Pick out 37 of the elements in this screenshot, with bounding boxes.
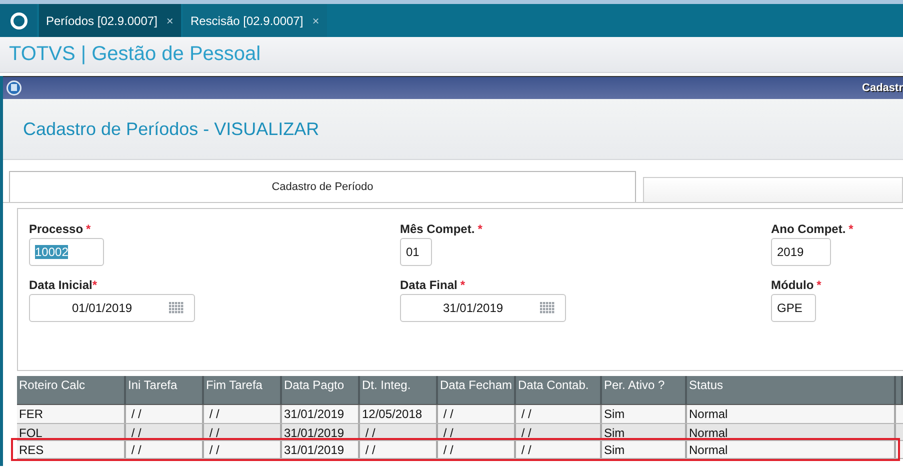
table-cell: / / [204,441,282,458]
table-row[interactable]: FER / / / / 31/01/2019 12/05/2018 / / / / Sim Normal [17,405,903,424]
calendar-icon[interactable] [540,302,555,314]
field-label: Mês Compet. * [400,221,484,237]
field-label: Ano Compet. * [771,221,854,237]
input-field[interactable]: 2019 [771,238,831,266]
table-cell: 31/01/2019 [282,441,360,458]
input-field[interactable]: 10002 [29,238,104,266]
app-tab[interactable]: Períodos [02.9.0007] × [39,4,182,37]
calendar-icon[interactable] [169,302,184,314]
input-field[interactable]: 01 [400,238,432,266]
logo-icon[interactable] [0,4,37,37]
close-icon[interactable]: × [312,14,320,28]
input-field[interactable]: 31/01/2019 [400,294,566,322]
table-cell: / / [438,441,516,458]
window-title: Cadastr [862,82,903,94]
table-cell: / / [360,441,438,458]
table-cell: RES [17,441,126,458]
close-icon[interactable]: × [166,14,174,28]
page-title: Cadastro de Períodos - VISUALIZAR [23,118,320,140]
field-label: Data Final * [400,277,466,293]
input-field[interactable]: GPE [771,294,816,322]
field-label: Módulo * [771,277,822,293]
form-tab[interactable] [643,177,903,202]
app-title: TOTVS | Gestão de Pessoal [9,43,261,66]
app-tab[interactable]: Rescisão [02.9.0007] × [183,4,328,37]
table-cell: Sim [602,441,687,458]
app-icon [6,80,22,96]
field-label: Data Inicial* [29,277,98,293]
tab-label: Períodos [02.9.0007] [46,14,158,28]
table-cell: Normal [687,441,896,458]
table-cell: / / [126,441,204,458]
field-label: Processo * [29,221,92,237]
tab-label: Rescisão [02.9.0007] [190,14,304,28]
form-tab[interactable]: Cadastro de Período [9,171,636,202]
table-cell: / / [516,441,602,458]
input-field[interactable]: 01/01/2019 [29,294,195,322]
